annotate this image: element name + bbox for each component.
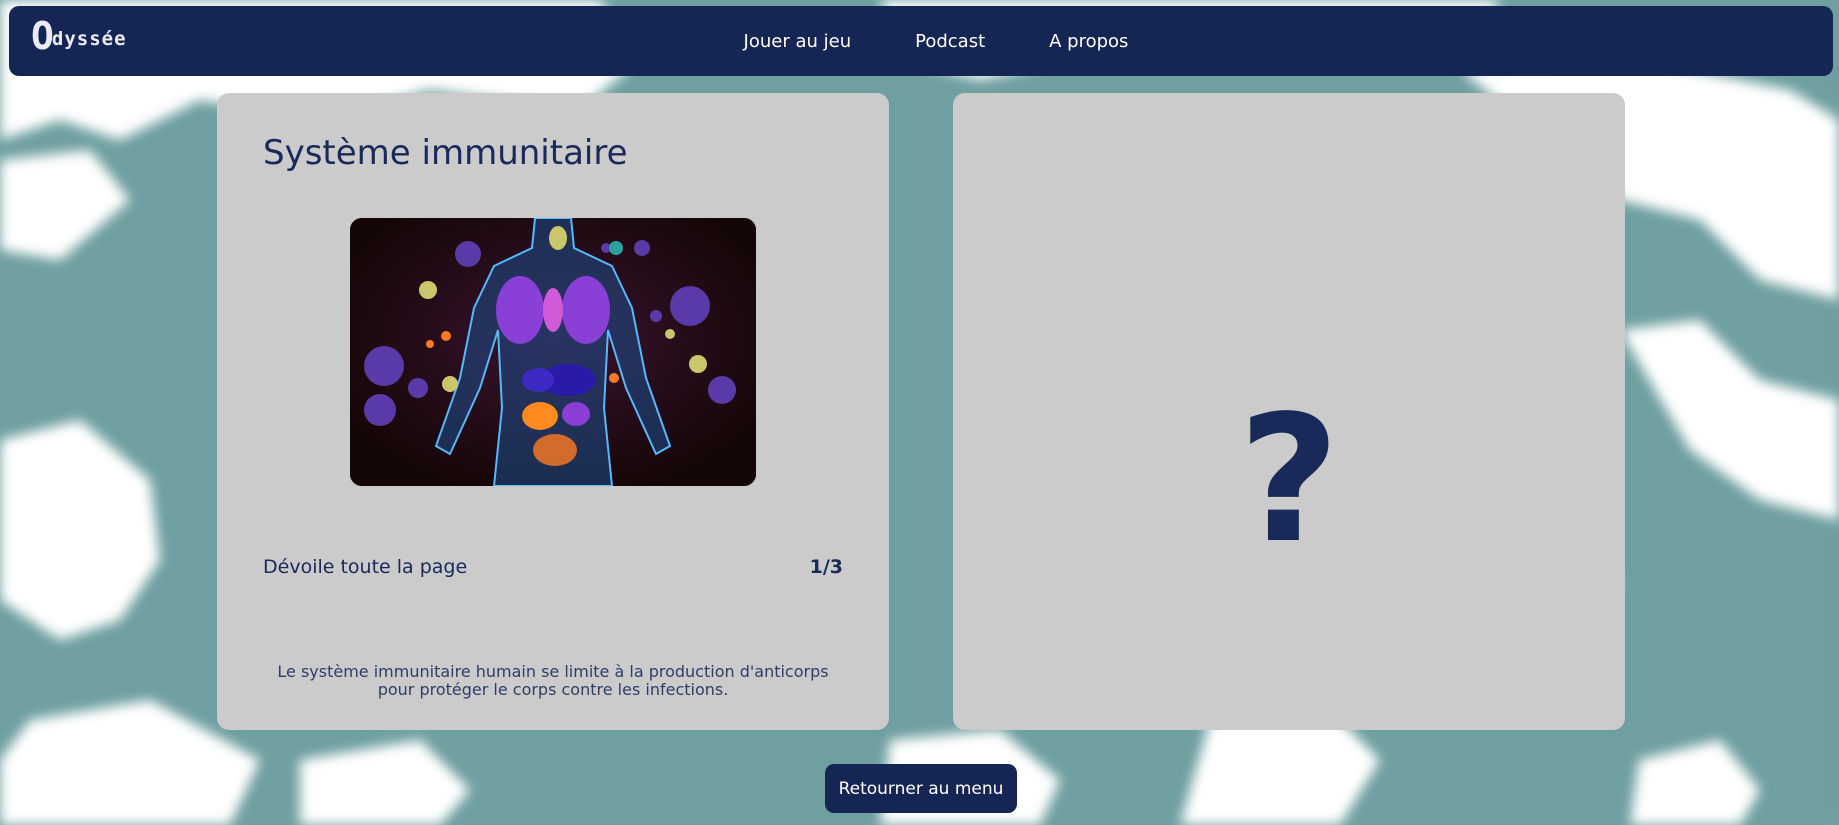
back-to-menu-button[interactable]: Retourner au menu <box>825 764 1017 813</box>
question-mark-icon: ? <box>1238 379 1340 582</box>
nav-about[interactable]: A propos <box>1049 31 1128 52</box>
statement-text: Le système immunitaire humain se limite … <box>257 663 849 699</box>
topic-card: Système immunitaire Dévoile toute la pag… <box>217 93 889 730</box>
immune-system-illustration <box>350 218 756 486</box>
statement-line-2: pour protéger le corps contre les infect… <box>377 680 729 699</box>
reveal-row: Dévoile toute la page 1/3 <box>263 556 843 578</box>
nav-play-game[interactable]: Jouer au jeu <box>744 31 852 52</box>
top-navbar: O dyssée Jouer au jeu Podcast A propos <box>9 6 1833 76</box>
card-title: Système immunitaire <box>263 133 628 173</box>
main-nav: Jouer au jeu Podcast A propos <box>9 6 1833 76</box>
reveal-label: Dévoile toute la page <box>263 556 468 578</box>
nav-podcast[interactable]: Podcast <box>915 31 985 52</box>
statement-line-1: Le système immunitaire humain se limite … <box>277 662 829 681</box>
reveal-counter: 1/3 <box>809 556 843 578</box>
hidden-card[interactable]: ? <box>953 93 1625 730</box>
